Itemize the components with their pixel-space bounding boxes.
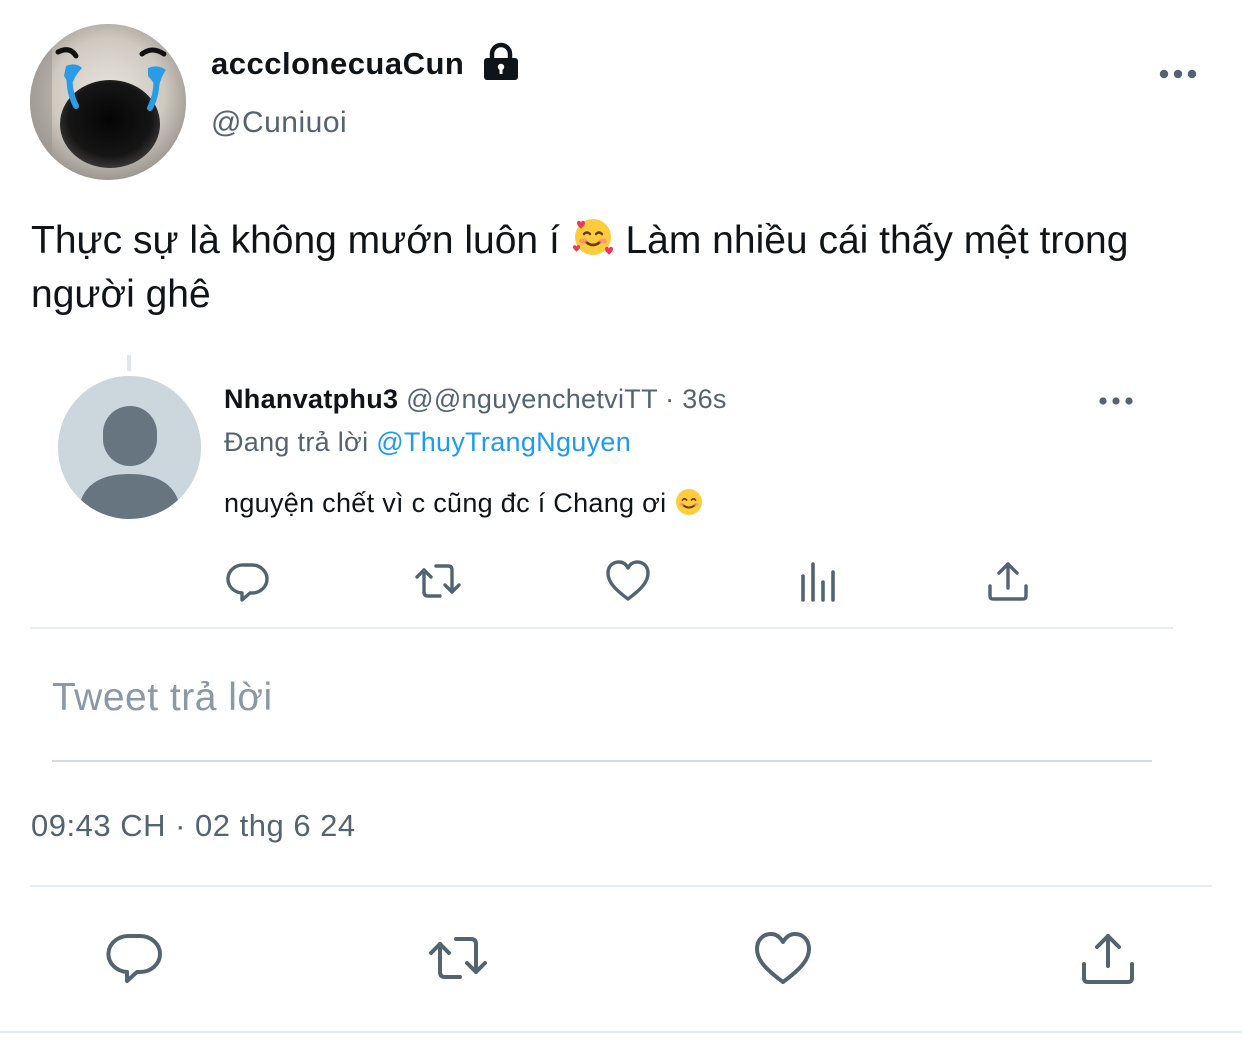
tweet-timestamp[interactable]: 09:43 CH · 02 thg 6 24 [31, 808, 356, 844]
reply-icon[interactable] [223, 556, 273, 606]
replying-to: Đang trả lời @ThuyTrangNguyen [224, 427, 631, 458]
display-name[interactable]: accclonecuaCun [211, 46, 464, 82]
tweet-text-part1: Thực sự là không mướn luôn í [31, 219, 560, 262]
replying-to-mention[interactable]: @ThuyTrangNguyen [376, 427, 631, 457]
reply-author-name[interactable]: Nhanvatphu3 [224, 384, 398, 414]
main-reply-icon[interactable] [104, 928, 166, 990]
views-icon[interactable] [793, 556, 843, 606]
share-icon[interactable] [983, 556, 1033, 606]
lock-icon [481, 42, 521, 82]
retweet-icon[interactable] [413, 556, 463, 606]
main-like-icon[interactable] [752, 928, 814, 990]
tweet-text: Thực sự là không mướn luôn í Làm nhiều c… [31, 214, 1231, 322]
crying-dog-avatar-icon [30, 24, 186, 180]
default-avatar-icon [58, 376, 201, 519]
handle[interactable]: @Cuniuoi [211, 106, 347, 140]
divider [30, 885, 1212, 887]
reply-compose-input[interactable] [52, 668, 1152, 728]
reply-separator: · [657, 384, 683, 414]
more-icon[interactable] [1156, 60, 1200, 88]
reply-author-handle[interactable]: @@nguyenchetviTT [406, 384, 657, 414]
reply-avatar[interactable] [58, 376, 201, 519]
like-icon[interactable] [603, 556, 653, 606]
smiling-face-with-hearts-icon [571, 215, 615, 259]
thread-line [127, 355, 131, 371]
main-retweet-icon[interactable] [427, 928, 489, 990]
reply-more-icon[interactable] [1096, 390, 1136, 412]
divider [0, 1031, 1242, 1033]
reply-header: Nhanvatphu3 @@nguyenchetviTT · 36s [224, 384, 727, 415]
main-share-icon[interactable] [1077, 928, 1139, 990]
reply-time[interactable]: 36s [682, 384, 726, 414]
divider [30, 627, 1173, 629]
smiling-face-emoji-icon [674, 487, 704, 517]
reply-text: nguyện chết vì c cũng đc í Chang ơi [224, 487, 704, 519]
profile-avatar[interactable] [30, 24, 186, 180]
reply-text-content: nguyện chết vì c cũng đc í Chang ơi [224, 488, 667, 518]
compose-underline [52, 760, 1152, 762]
replying-to-label: Đang trả lời [224, 427, 369, 457]
